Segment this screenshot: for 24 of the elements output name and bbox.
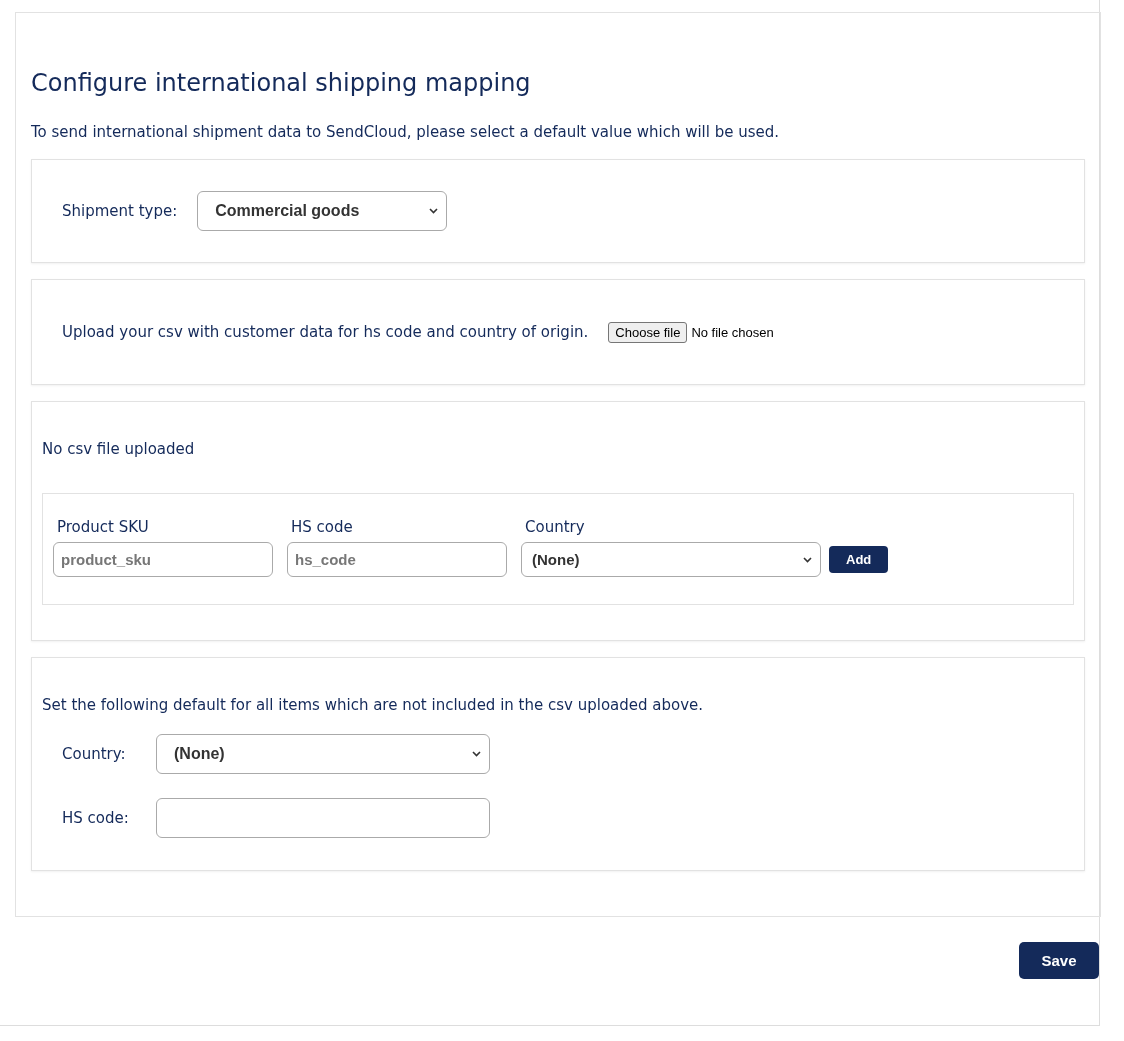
defaults-intro: Set the following default for all items which are not included in the csv uploaded above. bbox=[42, 696, 705, 714]
chevron-down-icon bbox=[803, 556, 812, 563]
input-field[interactable] bbox=[156, 798, 490, 838]
save-button[interactable]: Save bbox=[1019, 942, 1099, 979]
input-field[interactable]: product_sku bbox=[53, 542, 273, 577]
chevron-down-icon bbox=[472, 751, 481, 757]
file-status: No file chosen bbox=[691, 324, 774, 340]
chevron-down-icon bbox=[429, 208, 439, 214]
csv-status: No csv file uploaded bbox=[42, 440, 196, 458]
column-label: HS code bbox=[290, 518, 354, 536]
field-label: HS code: bbox=[62, 809, 130, 827]
dropdown[interactable]: (None) bbox=[521, 542, 821, 577]
shipment-type-dropdown[interactable]: Commercial goods bbox=[197, 191, 448, 231]
dropdown[interactable]: (None) bbox=[156, 734, 490, 774]
page-title: Configure international shipping mapping bbox=[31, 69, 532, 97]
upload-label: Upload your csv with customer data for hs code and country of origin. bbox=[62, 323, 589, 341]
intro-text: To send international shipment data to SendCloud, please select a default value which will be used. bbox=[31, 123, 781, 141]
column-label: Country bbox=[524, 518, 586, 536]
add-button[interactable]: Add bbox=[829, 546, 889, 573]
field-label: Country: bbox=[62, 745, 127, 763]
input-field[interactable]: hs_code bbox=[287, 542, 507, 577]
column-label: Product SKU bbox=[56, 518, 150, 536]
field-label: Shipment type: bbox=[62, 202, 178, 220]
choose-file-button[interactable]: Choose file bbox=[608, 321, 688, 343]
